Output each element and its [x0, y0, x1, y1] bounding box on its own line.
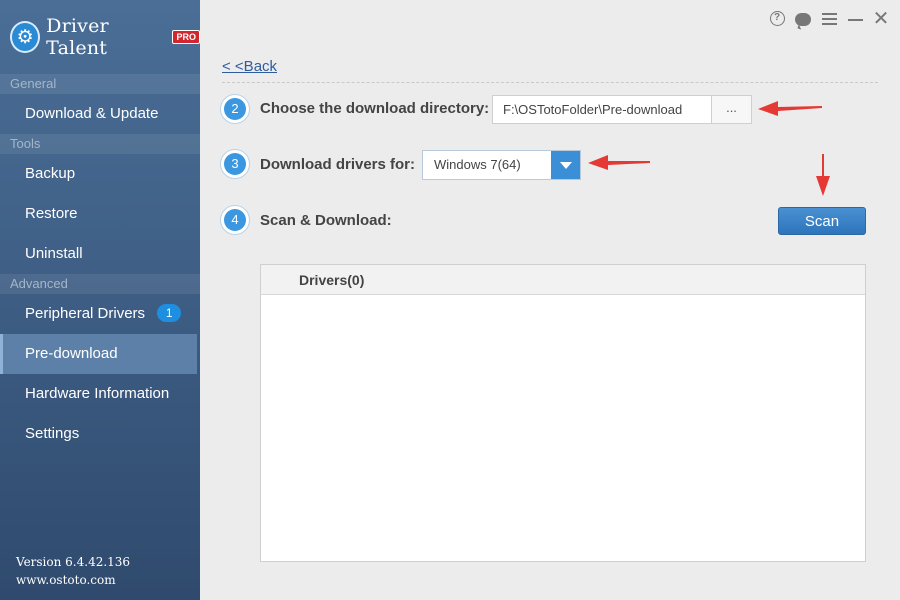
- app-name: Driver Talent: [46, 15, 109, 59]
- step-3-indicator: 3: [220, 149, 250, 179]
- step-number: 3: [224, 153, 246, 175]
- browse-button[interactable]: ...: [711, 96, 751, 123]
- step-4-label: Scan & Download:: [260, 212, 392, 229]
- version-text: Version 6.4.42.136: [16, 555, 131, 569]
- step-4-indicator: 4: [220, 205, 250, 235]
- sidebar-item-download-update[interactable]: Download & Update: [0, 94, 200, 134]
- os-select[interactable]: Windows 7(64): [422, 150, 581, 180]
- sidebar-item-backup[interactable]: Backup: [0, 154, 200, 194]
- divider: [222, 82, 878, 83]
- website-link[interactable]: www.ostoto.com: [16, 571, 130, 589]
- step-number: 4: [224, 209, 246, 231]
- menu-icon[interactable]: [818, 8, 840, 30]
- annotation-arrow-icon: [758, 101, 822, 116]
- sidebar-item-label: Settings: [25, 425, 80, 442]
- step-number: 2: [224, 98, 246, 120]
- close-icon[interactable]: ✕: [870, 8, 892, 30]
- pro-badge: PRO: [172, 30, 200, 44]
- drivers-panel: Drivers(0): [260, 264, 866, 562]
- gear-logo-icon: ⚙: [10, 21, 41, 53]
- minimize-icon[interactable]: [844, 8, 866, 30]
- sidebar-item-label: Download & Update: [25, 105, 159, 122]
- version-info: Version 6.4.42.136 www.ostoto.com: [16, 553, 130, 589]
- annotation-arrow-icon: [588, 155, 650, 170]
- sidebar-item-restore[interactable]: Restore: [0, 194, 200, 234]
- sidebar-item-label: Peripheral Drivers: [25, 305, 146, 322]
- step-2-label: Choose the download directory:: [260, 100, 490, 117]
- step-2-indicator: 2: [220, 94, 250, 124]
- sidebar-item-uninstall[interactable]: Uninstall: [0, 234, 200, 274]
- sidebar-item-label: Uninstall: [25, 245, 83, 262]
- sidebar-item-label: Pre-download: [25, 345, 118, 362]
- sidebar-item-settings[interactable]: Settings: [0, 414, 200, 454]
- drivers-header: Drivers(0): [261, 265, 865, 295]
- annotation-arrow-icon: [816, 154, 830, 196]
- back-link[interactable]: < <Back: [222, 58, 277, 75]
- section-tools: Tools: [0, 134, 200, 154]
- help-icon[interactable]: ?: [766, 8, 788, 30]
- sidebar-item-hardware-information[interactable]: Hardware Information: [0, 374, 200, 414]
- main-panel: ? ✕ < <Back 2 Choose the download direct…: [200, 0, 900, 600]
- sidebar-item-label: Hardware Information: [25, 385, 170, 402]
- count-badge: 1: [157, 304, 182, 323]
- sidebar: ⚙ Driver Talent PRO General Download & U…: [0, 0, 200, 600]
- sidebar-item-pre-download[interactable]: Pre-download: [0, 334, 197, 374]
- chevron-down-icon[interactable]: [551, 151, 580, 179]
- scan-button[interactable]: Scan: [778, 207, 866, 235]
- directory-field: ...: [492, 95, 752, 124]
- os-selected-value: Windows 7(64): [434, 157, 521, 172]
- sidebar-item-label: Restore: [25, 205, 78, 222]
- step-3-label: Download drivers for:: [260, 156, 416, 173]
- directory-input[interactable]: [493, 96, 711, 123]
- section-advanced: Advanced: [0, 274, 200, 294]
- brand: ⚙ Driver Talent PRO: [0, 0, 200, 74]
- sidebar-item-peripheral-drivers[interactable]: Peripheral Drivers 1: [0, 294, 200, 334]
- feedback-icon[interactable]: [792, 8, 814, 30]
- sidebar-item-label: Backup: [25, 165, 76, 182]
- window-controls: ? ✕: [762, 8, 892, 30]
- section-general: General: [0, 74, 200, 94]
